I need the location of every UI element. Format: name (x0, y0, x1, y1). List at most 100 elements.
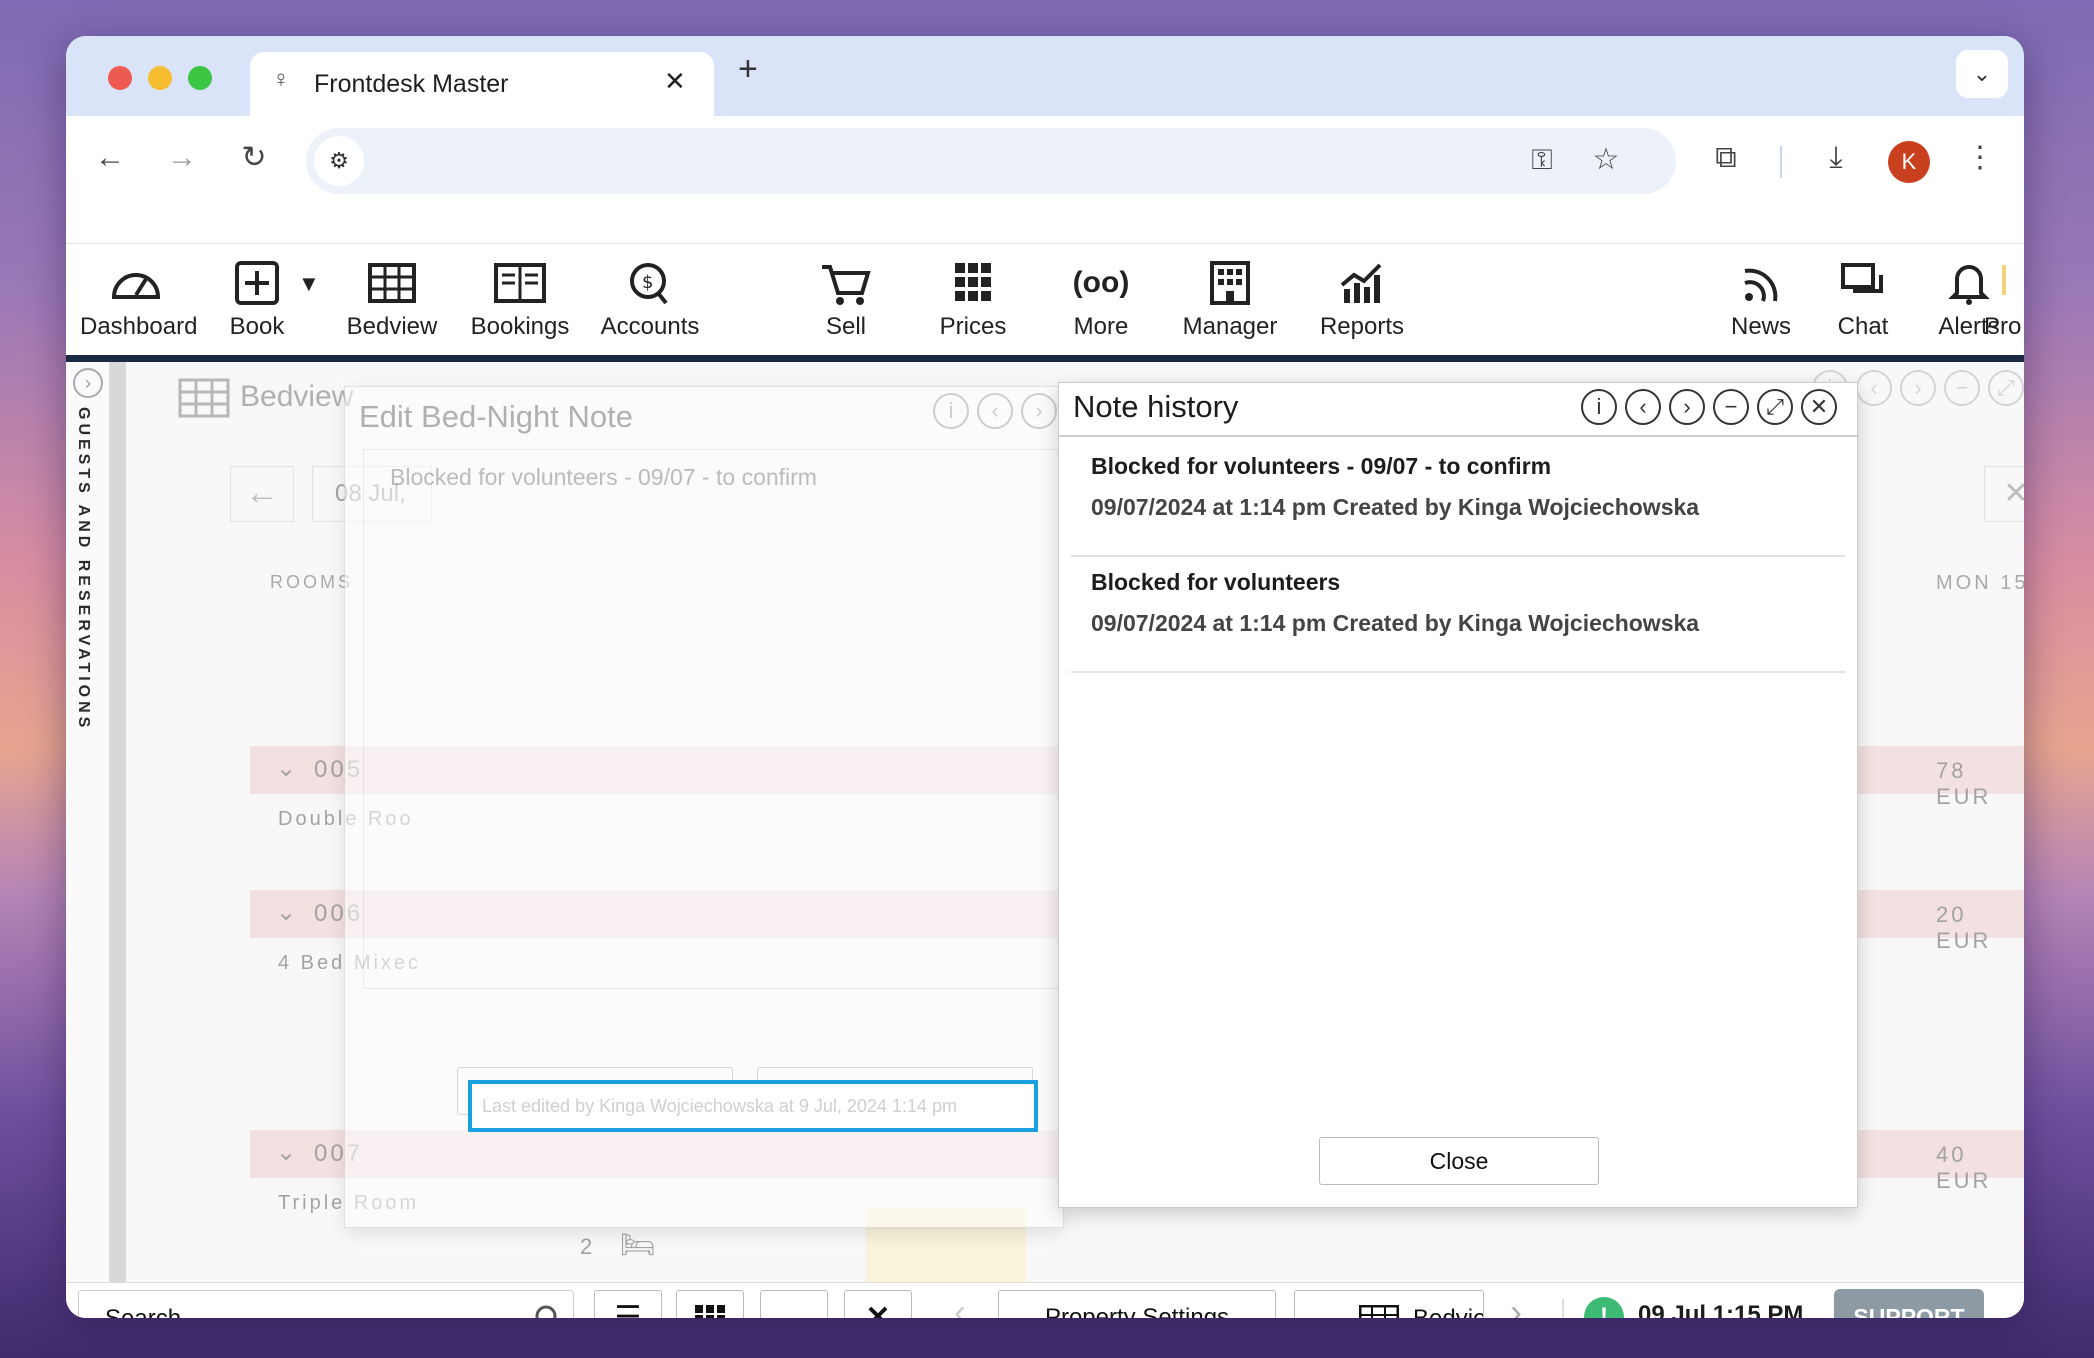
note-history-title: Note history (1073, 389, 1239, 424)
nav-more[interactable]: (oo) More (1056, 245, 1146, 355)
close-window-button[interactable] (108, 66, 132, 90)
add-booking-icon (227, 257, 287, 309)
entry-text: Blocked for volunteers (1091, 569, 1341, 595)
info-icon[interactable]: i (933, 393, 969, 429)
more-dots-icon: (oo) (1072, 266, 1130, 299)
nav-pro[interactable]: Pro (1982, 245, 2024, 355)
info-icon[interactable]: i (1581, 389, 1617, 425)
close-icon[interactable]: ✕ (1801, 389, 1837, 425)
note-history-dialog: Note history i ‹ › − ⤢ ✕ Blocked for vol… (1058, 382, 1859, 1208)
close-all-button[interactable]: ✕ (844, 1290, 912, 1318)
profile-avatar[interactable]: K (1888, 141, 1930, 183)
note-textarea[interactable]: Blocked for volunteers - 09/07 - to conf… (363, 449, 1063, 989)
prev-period-button[interactable]: ← (230, 466, 294, 522)
minimize-window-button[interactable] (148, 66, 172, 90)
maximize-icon[interactable]: ⤢ (1757, 389, 1793, 425)
nav-accounts[interactable]: $ Accounts (600, 245, 700, 355)
dashboard-icon (106, 257, 166, 309)
support-button[interactable]: SUPPORT (1834, 1289, 1984, 1318)
bottom-divider (1562, 1299, 1564, 1318)
address-bar[interactable]: ⚙ ⚿ ☆ (306, 128, 1676, 194)
prev-icon[interactable]: ‹ (1856, 370, 1892, 406)
header-divider (1059, 435, 1859, 437)
grid-icon (695, 1305, 725, 1318)
search-placeholder: Search (105, 1305, 181, 1318)
next-icon[interactable]: › (1900, 370, 1936, 406)
collapse-chevron-icon[interactable]: ⌄ (276, 898, 296, 927)
reload-icon[interactable]: ↻ (234, 140, 274, 176)
next-tab-icon[interactable]: › (1510, 1291, 1522, 1318)
prev-icon[interactable]: ‹ (1625, 389, 1661, 425)
collapse-button[interactable]: ⌄ (760, 1290, 828, 1318)
last-edited-info[interactable]: Last edited by Kinga Wojciechowska at 9 … (468, 1080, 1038, 1132)
bed-count: 2 (580, 1234, 593, 1259)
bedview-grid-icon (178, 378, 230, 418)
browser-tab[interactable]: ♀ Frontdesk Master ✕ (250, 52, 714, 116)
current-datetime: 09 Jul 1:15 PM (1638, 1301, 1804, 1318)
nav-book[interactable]: Book (222, 245, 292, 355)
sidebar-label: GUESTS AND RESERVATIONS (75, 407, 92, 732)
download-icon[interactable]: ⤓ (1816, 140, 1856, 176)
close-tab-icon[interactable]: ✕ (664, 66, 686, 97)
nav-bedview[interactable]: Bedview (342, 245, 442, 355)
app-nav: Dashboard Book ▼ Bedview Bookings $ Acco… (66, 245, 2024, 355)
sidebar-expand-icon[interactable]: › (73, 368, 103, 398)
nav-bookings[interactable]: Bookings (470, 245, 570, 355)
tab-title: Frontdesk Master (314, 70, 509, 98)
nav-dashboard[interactable]: Dashboard (80, 245, 197, 355)
extensions-icon[interactable]: ⧉ (1706, 140, 1746, 176)
entry-meta: 09/07/2024 at 1:14 pm Created by Kinga W… (1091, 494, 1700, 520)
room-price: 20 EUR (1936, 902, 1992, 953)
day-header: MON 15 JU (1936, 572, 2024, 594)
nav-news[interactable]: News (1726, 245, 1796, 355)
grid-dots-icon (943, 257, 1003, 309)
minimize-icon[interactable]: − (1713, 389, 1749, 425)
maximize-window-button[interactable] (188, 66, 212, 90)
minimize-icon[interactable]: − (1944, 370, 1980, 406)
next-icon[interactable]: › (1669, 389, 1705, 425)
tab-search-dropdown[interactable]: ⌄ (1956, 50, 2008, 98)
maximize-icon[interactable]: ⤢ (1988, 370, 2024, 406)
next-icon[interactable]: › (1021, 393, 1057, 429)
nav-manager[interactable]: Manager (1180, 245, 1280, 355)
clear-filter-button[interactable]: ✕ (1984, 466, 2024, 522)
new-tab-icon[interactable]: + (738, 50, 758, 89)
room-price: 40 EUR (1936, 1142, 1992, 1193)
nav-prices[interactable]: Prices (928, 245, 1018, 355)
grid-icon (362, 257, 422, 309)
bedview-tab[interactable]: Bedvie (1294, 1290, 1484, 1318)
menu-kebab-icon[interactable]: ⋮ (1960, 140, 2000, 176)
sidebar-splitter[interactable] (110, 362, 126, 1282)
back-icon[interactable]: ← (90, 140, 130, 176)
key-icon[interactable]: ⚿ (1522, 142, 1562, 178)
prev-tab-icon[interactable]: ‹ (954, 1291, 966, 1318)
favicon-icon: ♀ (272, 66, 290, 93)
chat-bubbles-icon (1833, 257, 1893, 309)
status-alert-icon[interactable]: ! (1584, 1297, 1624, 1318)
tab-strip: ♀ Frontdesk Master ✕ + ⌄ (66, 36, 2024, 116)
nav-sell[interactable]: Sell (806, 245, 886, 355)
toolbar-divider (1780, 146, 1782, 178)
search-icon[interactable] (533, 1303, 565, 1318)
list-view-button[interactable]: ☰ (594, 1290, 662, 1318)
bookmark-star-icon[interactable]: ☆ (1586, 142, 1626, 178)
close-button[interactable]: Close (1319, 1137, 1599, 1185)
book-dropdown-icon[interactable]: ▼ (298, 271, 320, 297)
building-icon (1200, 257, 1260, 309)
nav-chat[interactable]: Chat (1828, 245, 1898, 355)
entry-text: Blocked for volunteers - 09/07 - to conf… (1091, 453, 1552, 479)
prev-icon[interactable]: ‹ (977, 393, 1013, 429)
accounts-coin-icon: $ (620, 257, 680, 309)
grid-view-button[interactable] (676, 1290, 744, 1318)
site-settings-icon[interactable]: ⚙ (314, 136, 364, 186)
nav-reports[interactable]: Reports (1312, 245, 1412, 355)
forward-icon[interactable]: → (162, 140, 202, 176)
pro-badge-icon (2002, 265, 2006, 295)
guests-sidebar[interactable]: › GUESTS AND RESERVATIONS (66, 362, 110, 1282)
search-input[interactable]: Search (78, 1290, 574, 1318)
collapse-chevron-icon[interactable]: ⌄ (276, 754, 296, 783)
svg-text:$: $ (642, 272, 653, 293)
collapse-chevron-icon[interactable]: ⌄ (276, 1138, 296, 1167)
bedview-title: Bedview (240, 380, 354, 413)
property-settings-tab[interactable]: Property Settings (998, 1290, 1276, 1318)
